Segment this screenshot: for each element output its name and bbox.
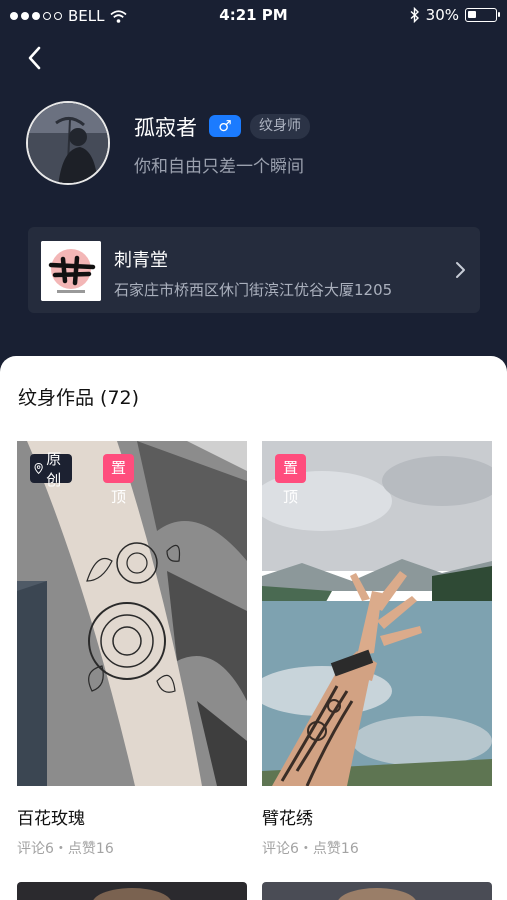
- location-pin-icon: [34, 463, 43, 475]
- battery-icon: [465, 8, 500, 22]
- user-bio: 你和自由只差一个瞬间: [134, 157, 304, 177]
- pinned-badge: 置顶: [103, 454, 135, 506]
- back-chevron-icon[interactable]: [24, 44, 48, 72]
- works-sheet: 纹身作品 (72) 原创 置顶 百花玫瑰 评论6・点赞16 置顶 臂花绣 评论6…: [0, 356, 507, 900]
- profile-header: BELL 4:21 PM 30% 孤寂者 ♂ 纹身师 你和自由只差一个瞬间 刺青…: [0, 0, 507, 380]
- shop-card[interactable]: 刺青堂 石家庄市桥西区休门街滨江优谷大厦1205: [28, 227, 480, 313]
- original-badge-label: 原创: [46, 449, 62, 489]
- gender-male-icon: ♂: [209, 115, 241, 137]
- work-title: 臂花绣: [262, 809, 313, 829]
- chevron-right-icon: [456, 262, 465, 278]
- work-card-peek[interactable]: [17, 882, 247, 900]
- work-title: 百花玫瑰: [17, 809, 85, 829]
- shop-name: 刺青堂: [114, 250, 168, 271]
- work-image[interactable]: [17, 441, 247, 786]
- role-badge: 纹身师: [250, 114, 310, 139]
- shop-logo: [41, 241, 101, 301]
- works-section-title: 纹身作品 (72): [18, 387, 140, 409]
- shop-address: 石家庄市桥西区休门街滨江优谷大厦1205: [114, 281, 393, 299]
- work-stats: 评论6・点赞16: [262, 841, 359, 857]
- work-stats: 评论6・点赞16: [17, 841, 114, 857]
- avatar[interactable]: [26, 101, 110, 185]
- work-card-peek[interactable]: [262, 882, 492, 900]
- user-name: 孤寂者: [134, 116, 197, 140]
- battery-percent: 30%: [425, 6, 459, 24]
- pinned-badge: 置顶: [275, 454, 307, 506]
- original-badge: 原创: [30, 450, 73, 489]
- bluetooth-icon: [410, 7, 419, 23]
- status-bar: BELL 4:21 PM 30%: [0, 0, 507, 32]
